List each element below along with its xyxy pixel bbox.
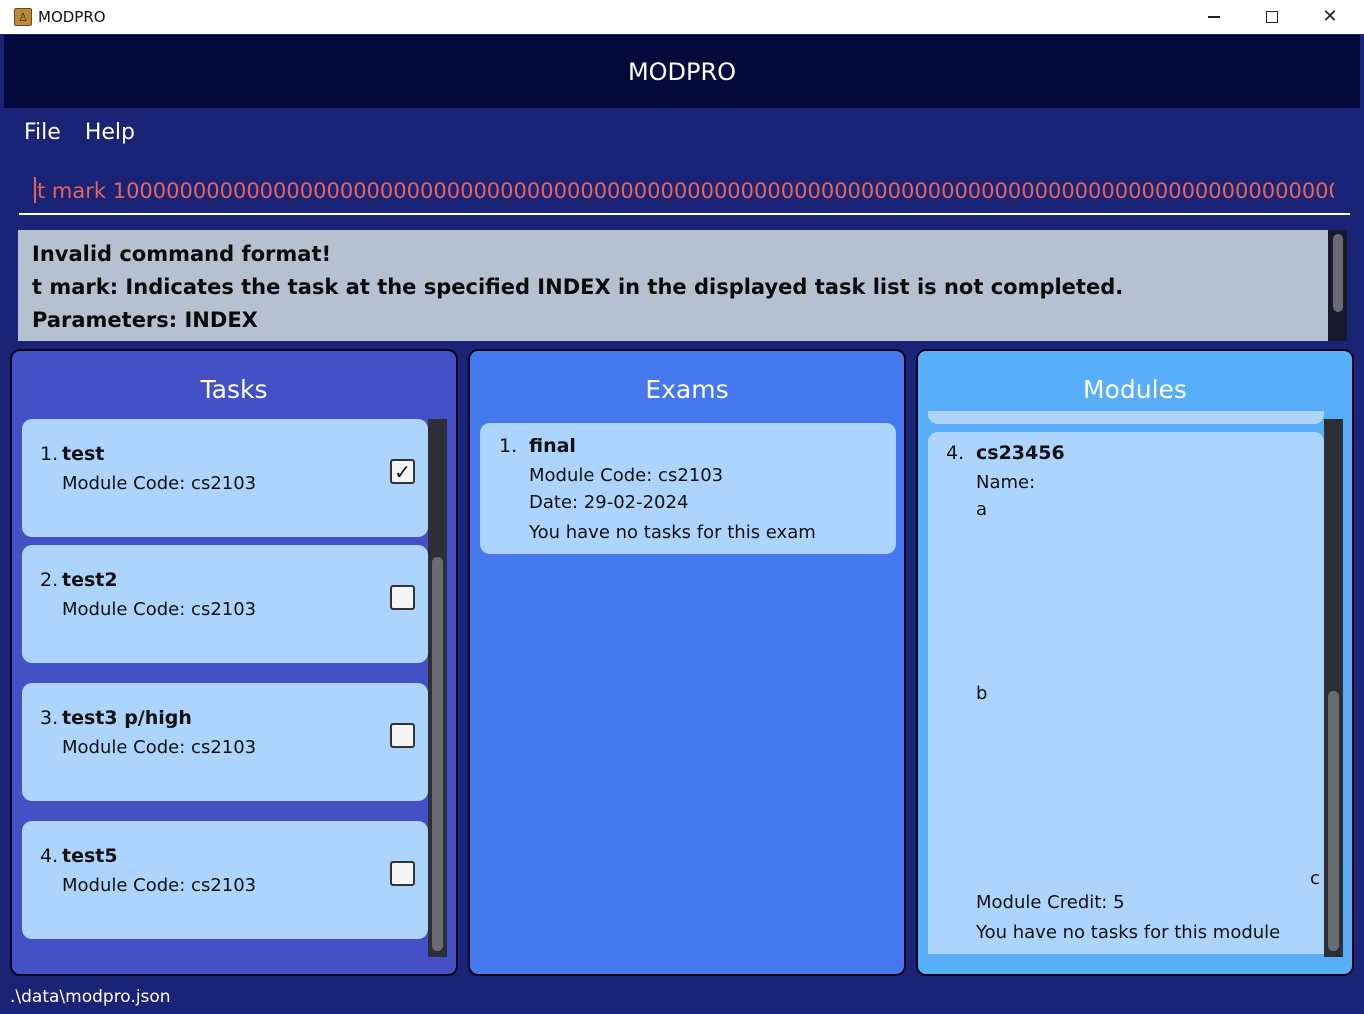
close-button[interactable]: ✕: [1301, 0, 1359, 34]
tasks-title: Tasks: [200, 375, 268, 404]
exam-name: final: [529, 435, 576, 457]
exam-module-code: Module Code: cs2103: [529, 465, 724, 486]
minimize-icon: [1208, 16, 1220, 18]
window-title: MODPRO: [38, 8, 106, 26]
module-name-label: Name:: [976, 472, 1036, 493]
module-name-line-a: a: [976, 499, 988, 520]
window-titlebar: ♙ MODPRO ✕: [0, 0, 1364, 34]
task-card[interactable]: 1. test Module Code: cs2103 ✓: [22, 419, 428, 537]
close-icon: ✕: [1322, 6, 1338, 27]
app-icon: ♙: [14, 8, 32, 26]
module-card[interactable]: 4. cs23456 Name: a b c Module Credit: 5 …: [928, 432, 1324, 954]
app-title: MODPRO: [627, 57, 737, 86]
exam-date: Date: 29-02-2024: [529, 492, 689, 513]
result-line-3: Parameters: INDEX: [32, 308, 258, 332]
tasks-scrollbar[interactable]: [428, 419, 447, 957]
save-file-path: .\data\modpro.json: [10, 987, 171, 1007]
task-index: 1.: [40, 443, 59, 465]
modules-title: Modules: [1083, 375, 1187, 404]
task-done-checkbox[interactable]: [390, 861, 415, 886]
result-line-1: Invalid command format!: [32, 242, 332, 266]
maximize-icon: [1266, 11, 1278, 23]
task-index: 3.: [40, 707, 59, 729]
exam-card[interactable]: 1. final Module Code: cs2103 Date: 29-02…: [480, 423, 896, 554]
task-module-code: Module Code: cs2103: [62, 875, 257, 896]
task-done-checkbox[interactable]: ✓: [390, 459, 415, 484]
app-header: MODPRO: [4, 35, 1360, 108]
task-name: test3 p/high: [62, 707, 192, 729]
task-module-code: Module Code: cs2103: [62, 737, 257, 758]
minimize-button[interactable]: [1185, 0, 1243, 34]
command-box: t mark 100000000000000000000000000000000…: [4, 157, 1360, 227]
menu-help[interactable]: Help: [85, 120, 135, 145]
result-display: Invalid command format! t mark: Indicate…: [18, 230, 1347, 341]
result-text: Invalid command format! t mark: Indicate…: [32, 238, 1322, 337]
module-index: 4.: [946, 442, 965, 464]
modules-panel: Modules 4. cs23456 Name: a b c Module Cr…: [916, 349, 1354, 976]
maximize-button[interactable]: [1243, 0, 1301, 34]
command-text: t mark 100000000000000000000000000000000…: [37, 179, 1334, 203]
task-index: 2.: [40, 569, 59, 591]
task-card[interactable]: 2. test2 Module Code: cs2103: [22, 545, 428, 663]
task-card[interactable]: 4. test5 Module Code: cs2103: [22, 821, 428, 939]
task-module-code: Module Code: cs2103: [62, 599, 257, 620]
result-line-2: t mark: Indicates the task at the specif…: [32, 275, 1124, 299]
menubar: File Help: [4, 110, 1360, 155]
exam-index: 1.: [499, 435, 518, 457]
tasks-panel: Tasks 1. test Module Code: cs2103 ✓ 2. t…: [10, 349, 458, 976]
tasks-scroll-thumb[interactable]: [432, 557, 443, 951]
module-code: cs23456: [976, 442, 1065, 464]
command-underline: [19, 213, 1350, 215]
module-tasks: You have no tasks for this module: [976, 922, 1281, 943]
module-name-line-b: b: [976, 683, 988, 704]
module-card-partial: [928, 411, 1324, 424]
task-name: test: [62, 443, 105, 465]
task-card[interactable]: 3. test3 p/high Module Code: cs2103: [22, 683, 428, 801]
task-index: 4.: [40, 845, 59, 867]
task-name: test5: [62, 845, 118, 867]
module-credit: Module Credit: 5: [976, 892, 1125, 913]
modules-scroll-thumb[interactable]: [1328, 691, 1339, 951]
text-caret: [34, 177, 36, 203]
command-input[interactable]: t mark 100000000000000000000000000000000…: [34, 177, 1334, 207]
exams-title: Exams: [645, 375, 729, 404]
task-name: test2: [62, 569, 118, 591]
modules-scrollbar[interactable]: [1324, 419, 1343, 957]
exam-tasks: You have no tasks for this exam: [529, 522, 816, 543]
status-bar: .\data\modpro.json: [4, 980, 1360, 1014]
menu-file[interactable]: File: [24, 120, 61, 145]
module-name-line-c: c: [1310, 868, 1320, 889]
result-scroll-thumb[interactable]: [1333, 234, 1343, 312]
result-scrollbar[interactable]: [1328, 230, 1347, 341]
task-done-checkbox[interactable]: [390, 585, 415, 610]
task-done-checkbox[interactable]: [390, 723, 415, 748]
exams-panel: Exams 1. final Module Code: cs2103 Date:…: [468, 349, 906, 976]
task-module-code: Module Code: cs2103: [62, 473, 257, 494]
